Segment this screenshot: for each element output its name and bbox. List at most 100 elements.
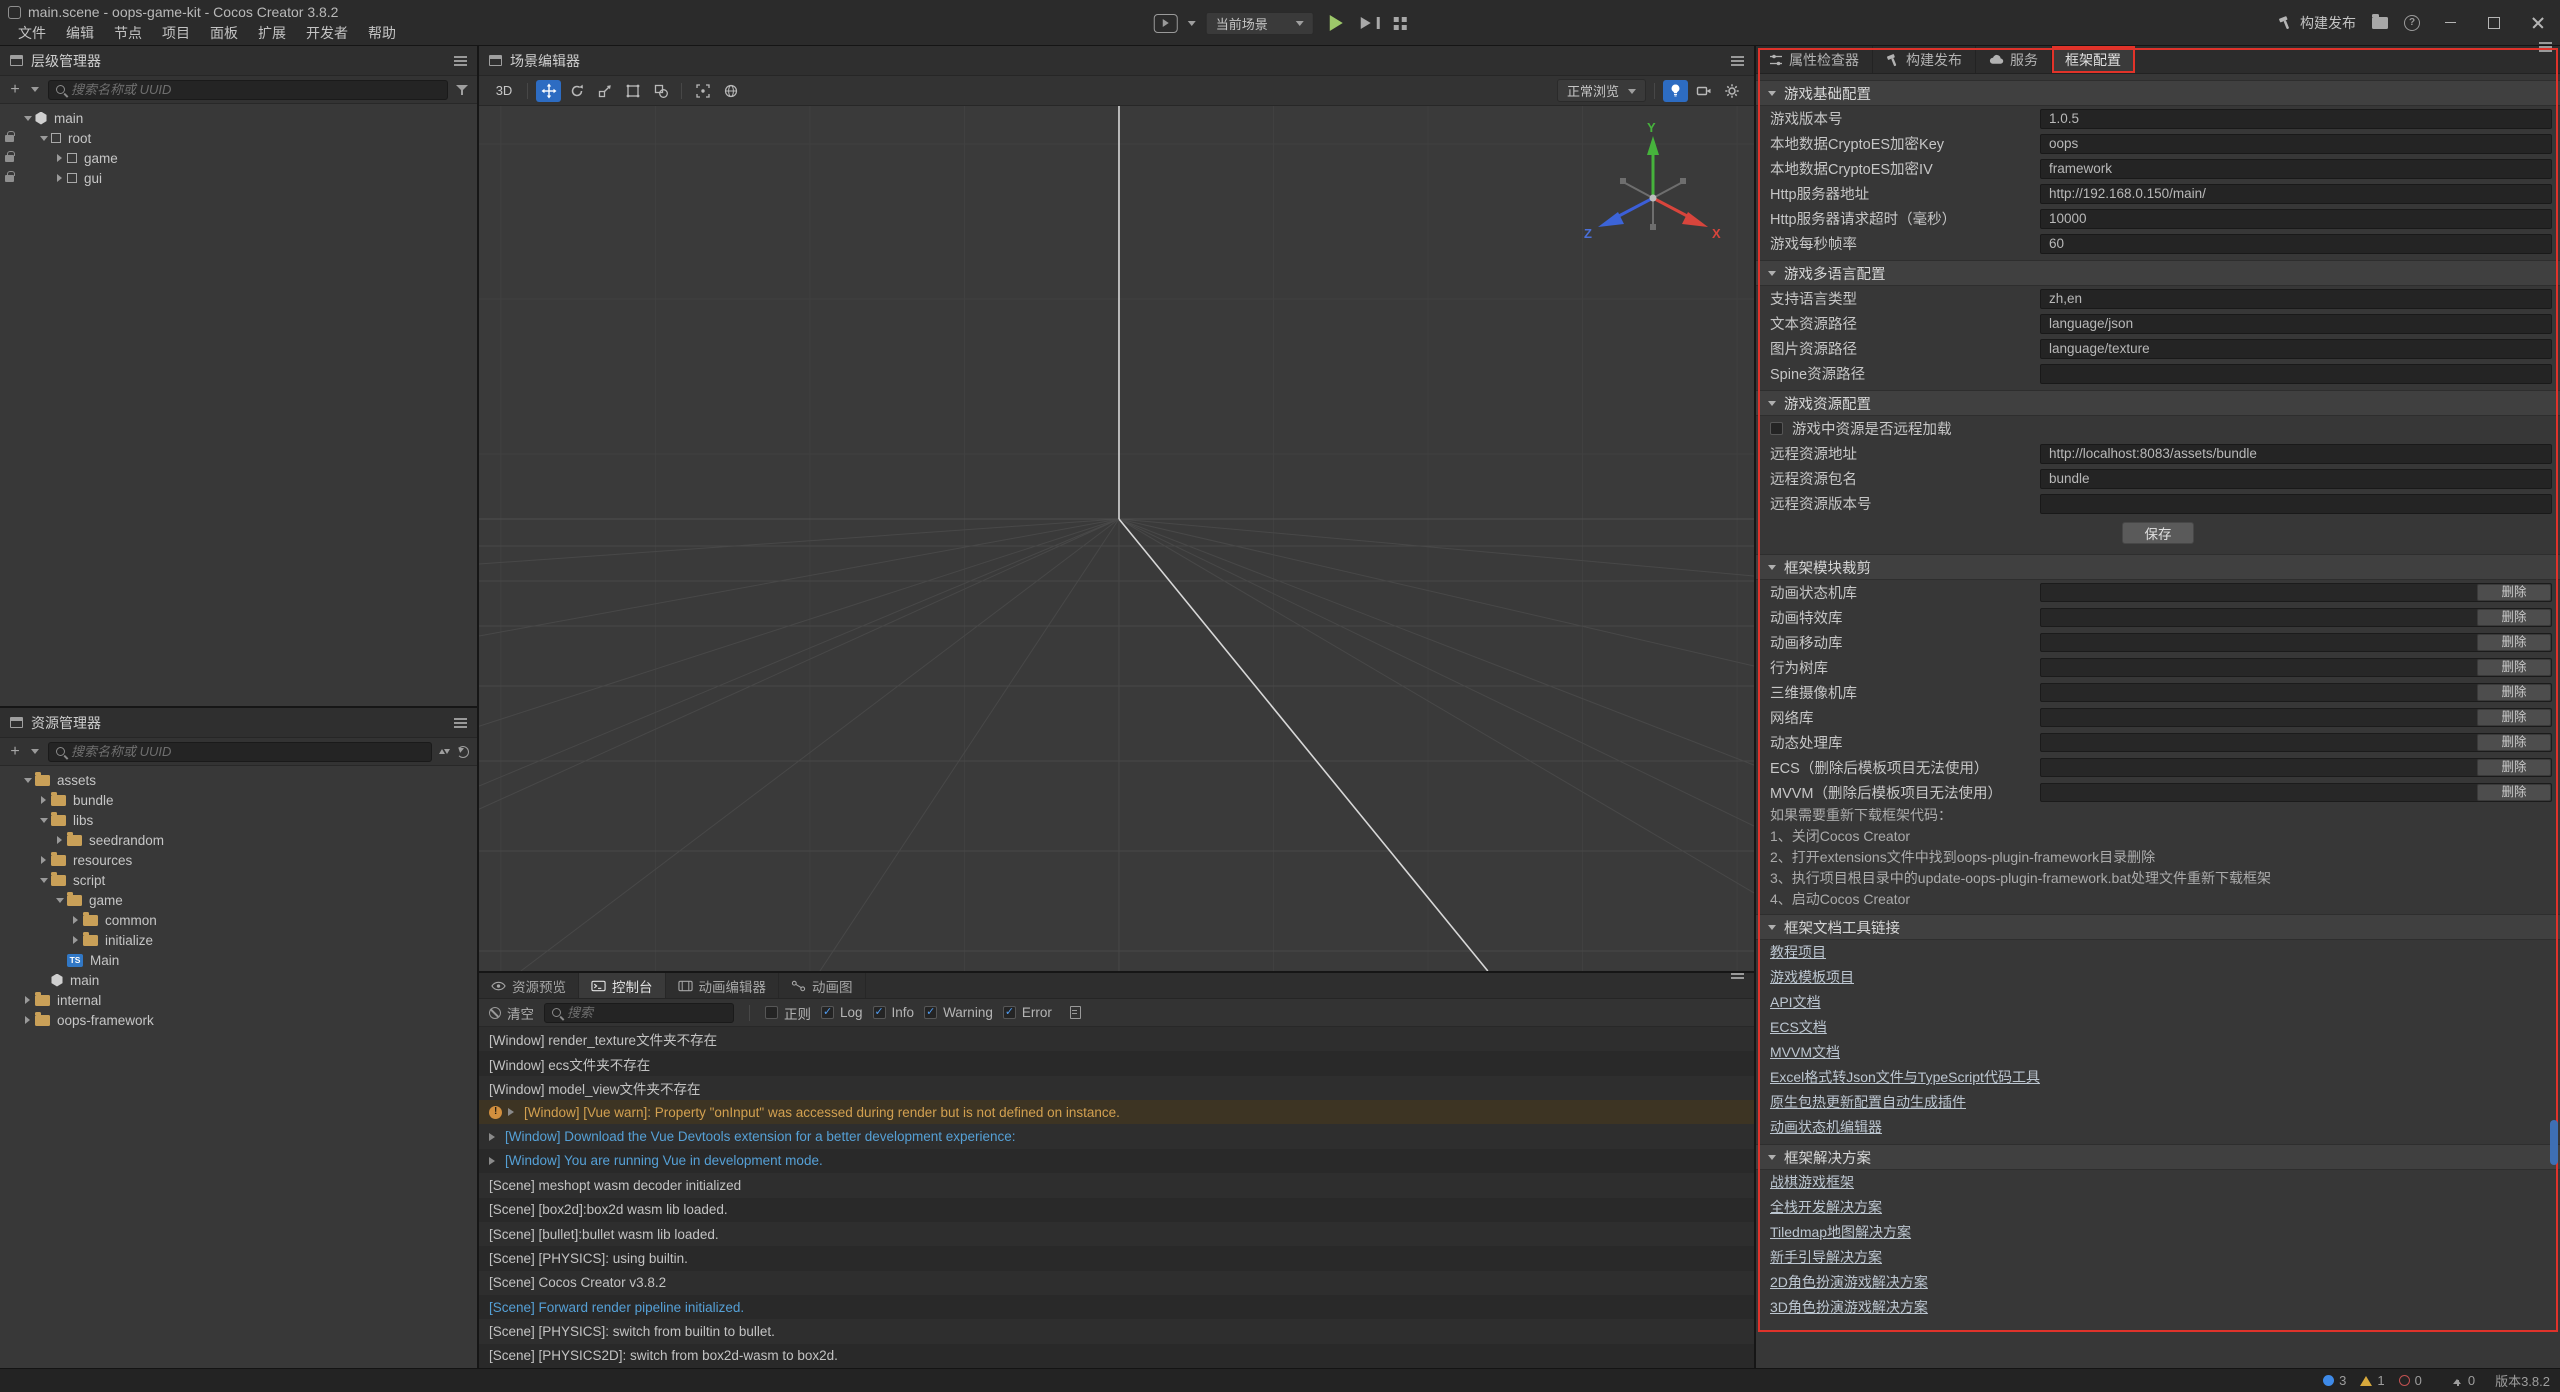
panel-menu-icon[interactable] (454, 60, 467, 62)
assets-search-input[interactable] (71, 744, 424, 759)
link-excel-to-json-tool[interactable]: Excel格式转Json文件与TypeScript代码工具 (1756, 1065, 2560, 1090)
link-3d-rpg-solution[interactable]: 3D角色扮演游戏解决方案 (1756, 1295, 2560, 1320)
section-header-modules[interactable]: 框架模块裁剪 (1756, 554, 2560, 580)
preview-platform-caret-icon[interactable] (1188, 21, 1196, 30)
expand-arrow-icon[interactable] (20, 1010, 35, 1030)
expand-arrow-icon[interactable] (508, 1108, 518, 1116)
console-log-row[interactable]: [Scene] [box2d]:box2d wasm lib loaded. (479, 1198, 1754, 1222)
asset-node-common[interactable]: common (0, 910, 477, 930)
pivot-toggle-button[interactable] (690, 80, 715, 102)
menu-file[interactable]: 文件 (8, 21, 56, 45)
link-tutorial-project[interactable]: 教程项目 (1756, 940, 2560, 965)
tab-property-inspector[interactable]: 属性检查器 (1756, 46, 1873, 73)
scale-tool-button[interactable] (592, 80, 617, 102)
lighting-toggle-button[interactable] (1663, 80, 1688, 102)
create-asset-caret-icon[interactable] (29, 742, 41, 762)
delete-camera-3d-button[interactable]: 删除 (2477, 684, 2551, 701)
mode-3d-toggle[interactable]: 3D (489, 80, 519, 102)
remote-load-checkbox[interactable] (1770, 422, 1783, 435)
expand-arrow-icon[interactable] (36, 128, 51, 148)
refresh-icon[interactable] (457, 746, 469, 758)
expand-arrow-icon[interactable] (52, 890, 67, 910)
create-node-caret-icon[interactable] (29, 80, 41, 100)
scene-viewport[interactable]: Y X Z (479, 106, 1754, 971)
section-header-solutions[interactable]: 框架解决方案 (1756, 1144, 2560, 1170)
filter-icon[interactable] (455, 84, 469, 96)
lock-icon[interactable] (5, 155, 14, 162)
delete-anim-effect-button[interactable]: 删除 (2477, 609, 2551, 626)
window-maximize-button[interactable] (2480, 8, 2508, 38)
remote-url-input[interactable] (2040, 444, 2552, 464)
tab-build-publish[interactable]: 构建发布 (1873, 46, 1976, 73)
expand-arrow-icon[interactable] (52, 168, 67, 188)
scene-select[interactable]: 当前场景 (1206, 12, 1314, 35)
expand-arrow-icon[interactable] (36, 810, 51, 830)
delete-network-button[interactable]: 删除 (2477, 709, 2551, 726)
asset-node-seedrandom[interactable]: seedrandom (0, 830, 477, 850)
rect-tool-button[interactable] (620, 80, 645, 102)
section-header-game-basic[interactable]: 游戏基础配置 (1756, 80, 2560, 106)
console-log-row[interactable]: [Window] Download the Vue Devtools exten… (479, 1124, 1754, 1148)
create-node-button[interactable] (8, 80, 22, 100)
console-log-row[interactable]: [Scene] meshopt wasm decoder initialized (479, 1173, 1754, 1197)
remote-version-input[interactable] (2040, 494, 2552, 514)
filter-error-checkbox[interactable]: Error (1003, 1005, 1052, 1020)
scene-camera-button[interactable] (1691, 80, 1716, 102)
expand-arrow-icon[interactable] (52, 148, 67, 168)
lock-icon[interactable] (5, 135, 14, 142)
language-types-input[interactable] (2040, 289, 2552, 309)
expand-arrow-icon[interactable] (489, 1133, 499, 1141)
expand-arrow-icon[interactable] (489, 1157, 499, 1165)
expand-arrow-icon[interactable] (36, 870, 51, 890)
link-tiledmap-solution[interactable]: Tiledmap地图解决方案 (1756, 1220, 2560, 1245)
create-asset-button[interactable] (8, 742, 22, 762)
hierarchy-node-game[interactable]: game (0, 148, 477, 168)
filter-info-checkbox[interactable]: Info (873, 1005, 915, 1020)
spine-path-input[interactable] (2040, 364, 2552, 384)
view-mode-select[interactable]: 正常浏览 (1557, 79, 1646, 102)
asset-node-initialize[interactable]: initialize (0, 930, 477, 950)
tab-animation-graph[interactable]: 动画图 (779, 973, 866, 998)
console-log-row[interactable]: [Scene] [PHYSICS]: switch from builtin t… (479, 1319, 1754, 1343)
asset-node-main-scene[interactable]: main (0, 970, 477, 990)
console-search-input[interactable] (567, 1005, 726, 1020)
link-fullstack-solution[interactable]: 全栈开发解决方案 (1756, 1195, 2560, 1220)
console-log-row[interactable]: [Scene] [PHYSICS2D]: switch from box2d-w… (479, 1344, 1754, 1368)
warning-count[interactable]: 1 (2360, 1373, 2384, 1388)
http-timeout-input[interactable] (2040, 209, 2552, 229)
open-log-file-icon[interactable] (1070, 1006, 1081, 1019)
delete-mvvm-button[interactable]: 删除 (2477, 784, 2551, 801)
hierarchy-node-gui[interactable]: gui (0, 168, 477, 188)
asset-node-libs[interactable]: libs (0, 810, 477, 830)
link-chess-game-framework[interactable]: 战棋游戏框架 (1756, 1170, 2560, 1195)
console-log-row[interactable]: [Scene] [PHYSICS]: using builtin. (479, 1246, 1754, 1270)
expand-arrow-icon[interactable] (20, 108, 35, 128)
link-api-docs[interactable]: API文档 (1756, 990, 2560, 1015)
crypto-iv-input[interactable] (2040, 159, 2552, 179)
asset-node-internal[interactable]: internal (0, 990, 477, 1010)
game-version-input[interactable] (2040, 109, 2552, 129)
text-path-input[interactable] (2040, 314, 2552, 334)
link-mvvm-docs[interactable]: MVVM文档 (1756, 1040, 2560, 1065)
lock-icon[interactable] (5, 175, 14, 182)
console-log-row[interactable]: [Scene] Cocos Creator v3.8.2 (479, 1271, 1754, 1295)
asset-node-script[interactable]: script (0, 870, 477, 890)
panel-menu-icon[interactable] (1731, 973, 1744, 975)
section-header-resource[interactable]: 游戏资源配置 (1756, 390, 2560, 416)
link-hotupdate-plugin[interactable]: 原生包热更新配置自动生成插件 (1756, 1090, 2560, 1115)
fps-input[interactable] (2040, 234, 2552, 254)
tab-framework-config[interactable]: 框架配置 (2052, 46, 2135, 73)
filter-log-checkbox[interactable]: Log (821, 1005, 863, 1020)
sort-icon[interactable] (439, 745, 450, 758)
coordinate-toggle-button[interactable] (718, 80, 743, 102)
asset-node-main-ts[interactable]: TS Main (0, 950, 477, 970)
tab-service[interactable]: 服务 (1976, 46, 2052, 73)
link-2d-rpg-solution[interactable]: 2D角色扮演游戏解决方案 (1756, 1270, 2560, 1295)
hierarchy-search-input[interactable] (71, 82, 440, 97)
panel-menu-icon[interactable] (2539, 46, 2552, 48)
delete-anim-move-button[interactable]: 删除 (2477, 634, 2551, 651)
update-count[interactable]: 0 (2452, 1373, 2475, 1388)
remote-bundle-input[interactable] (2040, 469, 2552, 489)
menu-developer[interactable]: 开发者 (296, 21, 358, 45)
hierarchy-node-main[interactable]: main (0, 108, 477, 128)
